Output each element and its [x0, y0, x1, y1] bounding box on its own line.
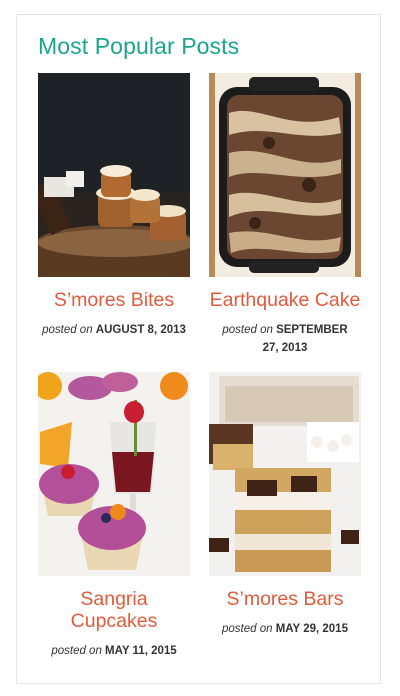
post-thumbnail-earthquake-cake[interactable]	[209, 73, 361, 277]
sangria-cupcakes-photo-icon	[38, 372, 190, 576]
post-date: AUGUST 8, 2013	[95, 324, 186, 336]
post-card-smores-bars: S’mores Bars posted on MAY 29, 2015	[209, 372, 361, 638]
post-thumbnail-smores-bites[interactable]	[38, 73, 190, 277]
popular-posts-widget: Most Popular Posts S’mores Bites posted …	[16, 14, 381, 684]
posted-label: posted on	[51, 645, 102, 657]
posted-label: posted on	[42, 324, 93, 336]
post-card-smores-bites: S’mores Bites posted on AUGUST 8, 2013	[38, 73, 190, 339]
post-title-link[interactable]: S’mores Bites	[38, 289, 190, 311]
post-title-link[interactable]: Earthquake Cake	[209, 289, 361, 311]
post-date: MAY 11, 2015	[105, 645, 177, 657]
widget-title: Most Popular Posts	[38, 33, 240, 59]
posted-label: posted on	[222, 324, 273, 336]
post-meta: posted on MAY 11, 2015	[38, 642, 190, 660]
post-meta: posted on SEPTEMBER 27, 2013	[209, 321, 361, 357]
post-title-link[interactable]: Sangria Cupcakes	[38, 588, 190, 632]
smores-bites-photo-icon	[38, 73, 190, 277]
post-thumbnail-smores-bars[interactable]	[209, 372, 361, 576]
post-thumbnail-sangria-cupcakes[interactable]	[38, 372, 190, 576]
post-card-earthquake-cake: Earthquake Cake posted on SEPTEMBER 27, …	[209, 73, 361, 357]
post-date: SEPTEMBER 27, 2013	[262, 324, 348, 354]
post-meta: posted on AUGUST 8, 2013	[38, 321, 190, 339]
posted-label: posted on	[222, 623, 273, 635]
smores-bars-photo-icon	[209, 372, 361, 576]
post-meta: posted on MAY 29, 2015	[209, 620, 361, 638]
earthquake-cake-photo-icon	[209, 73, 361, 277]
post-date: MAY 29, 2015	[275, 623, 348, 635]
post-title-link[interactable]: S’mores Bars	[209, 588, 361, 610]
post-card-sangria-cupcakes: Sangria Cupcakes posted on MAY 11, 2015	[38, 372, 190, 660]
